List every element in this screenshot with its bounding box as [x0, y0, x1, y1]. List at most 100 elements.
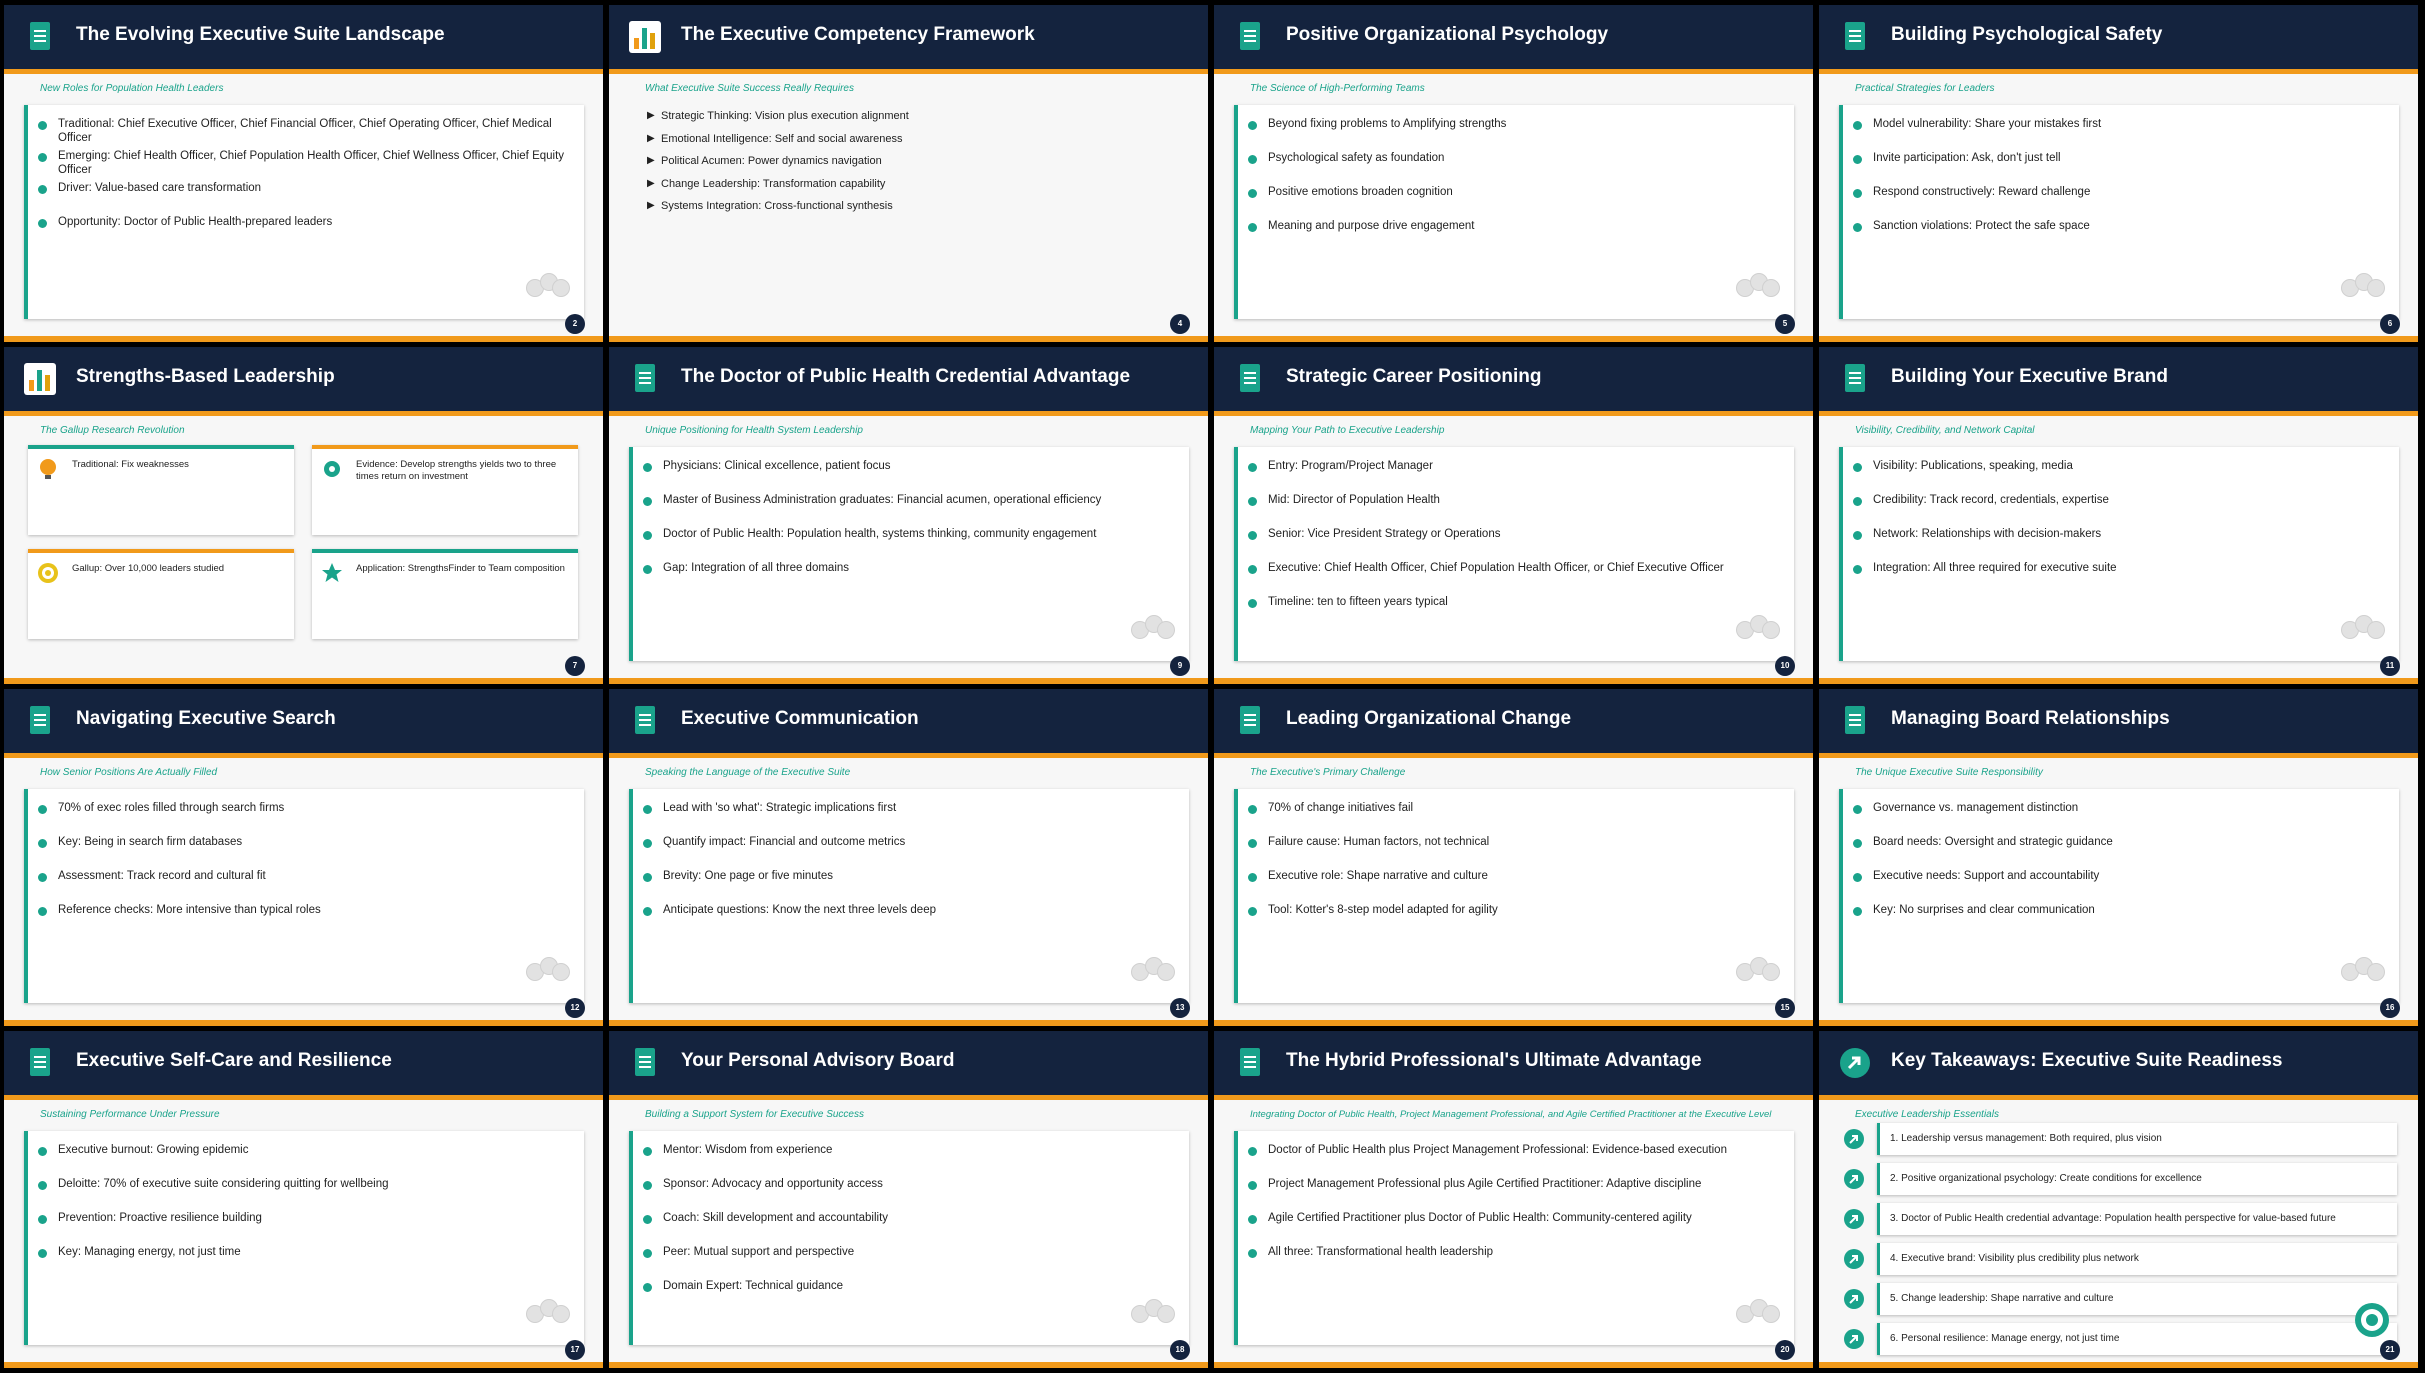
hexagon-decoration-icon — [1736, 615, 1780, 639]
content-card: Model vulnerability: Share your mistakes… — [1839, 105, 2399, 319]
bar-chart-icon — [24, 363, 56, 395]
hexagon-decoration-icon — [1736, 273, 1780, 297]
slide-title: Navigating Executive Search — [76, 708, 336, 729]
slide-thumbnail[interactable]: Building Your Executive Brand Visibility… — [1819, 347, 2418, 684]
slide-thumbnail[interactable]: Managing Board Relationships The Unique … — [1819, 689, 2418, 1026]
slide-subtitle: The Gallup Research Revolution — [40, 425, 185, 436]
bar-chart-icon — [629, 21, 661, 53]
box-text: Traditional: Fix weaknesses — [72, 459, 189, 470]
bullet-item: Driver: Value-based care transformation — [38, 181, 574, 195]
slide-number: 16 — [2380, 998, 2400, 1018]
slide-thumbnail[interactable]: Leading Organizational Change The Execut… — [1214, 689, 1813, 1026]
bullet-item: Senior: Vice President Strategy or Opera… — [1248, 527, 1784, 541]
bullet-item: Political Acumen: Power dynamics navigat… — [647, 154, 909, 168]
slide-thumbnail[interactable]: Building Psychological Safety Practical … — [1819, 5, 2418, 342]
strength-box: Evidence: Develop strengths yields two t… — [312, 445, 578, 535]
slide-title: The Executive Competency Framework — [681, 24, 1035, 45]
content-card: 70% of exec roles filled through search … — [24, 789, 584, 1003]
slide-thumbnail[interactable]: Strengths-Based Leadership The Gallup Re… — [4, 347, 603, 684]
slide-footer-bar — [609, 678, 1208, 684]
target-icon — [2355, 1303, 2389, 1337]
arrow-circle-icon — [1844, 1329, 1864, 1349]
slide-number: 13 — [1170, 998, 1190, 1018]
bullet-item: Timeline: ten to fifteen years typical — [1248, 595, 1784, 609]
slide-subtitle: How Senior Positions Are Actually Filled — [40, 767, 218, 778]
target-icon — [38, 563, 58, 583]
slide-number: 6 — [2380, 314, 2400, 334]
slide-subtitle: Sustaining Performance Under Pressure — [40, 1109, 220, 1120]
slide-thumbnail[interactable]: Strategic Career Positioning Mapping You… — [1214, 347, 1813, 684]
slide-thumbnail[interactable]: The Hybrid Professional's Ultimate Advan… — [1214, 1031, 1813, 1368]
slide-subtitle: Executive Leadership Essentials — [1855, 1109, 1999, 1120]
bullet-item: Executive role: Shape narrative and cult… — [1248, 869, 1784, 883]
box-text: Application: StrengthsFinder to Team com… — [356, 563, 565, 574]
bullet-item: Respond constructively: Reward challenge — [1853, 185, 2389, 199]
slide-title: Executive Self-Care and Resilience — [76, 1050, 392, 1071]
slide-thumbnail[interactable]: Executive Self-Care and Resilience Susta… — [4, 1031, 603, 1368]
slide-header: Executive Self-Care and Resilience — [4, 1031, 603, 1100]
slide-number: 15 — [1775, 998, 1795, 1018]
hexagon-decoration-icon — [1131, 1299, 1175, 1323]
box-text: Evidence: Develop strengths yields two t… — [356, 459, 557, 482]
arrow-circle-icon — [1844, 1209, 1864, 1229]
bullet-item: Credibility: Track record, credentials, … — [1853, 493, 2389, 507]
arrow-circle-icon — [1844, 1289, 1864, 1309]
slide-subtitle: New Roles for Population Health Leaders — [40, 83, 224, 94]
document-icon — [1240, 706, 1260, 734]
takeaway-text: 1. Leadership versus management: Both re… — [1877, 1123, 2397, 1155]
slide-thumbnail[interactable]: The Doctor of Public Health Credential A… — [609, 347, 1208, 684]
slide-footer-bar — [1819, 678, 2418, 684]
content-card: Visibility: Publications, speaking, medi… — [1839, 447, 2399, 661]
slide-thumbnail[interactable]: Navigating Executive Search How Senior P… — [4, 689, 603, 1026]
slide-thumbnail[interactable]: Your Personal Advisory Board Building a … — [609, 1031, 1208, 1368]
takeaway-item: 6. Personal resilience: Manage energy, n… — [1843, 1323, 2403, 1355]
hexagon-decoration-icon — [526, 957, 570, 981]
slide-title: Key Takeaways: Executive Suite Readiness — [1891, 1050, 2283, 1071]
takeaway-text: 2. Positive organizational psychology: C… — [1877, 1163, 2397, 1195]
slide-subtitle: Visibility, Credibility, and Network Cap… — [1855, 425, 2035, 436]
slide-footer-bar — [1819, 1020, 2418, 1026]
content-card: Executive burnout: Growing epidemic Delo… — [24, 1131, 584, 1345]
slide-number: 9 — [1170, 656, 1190, 676]
hexagon-decoration-icon — [1131, 615, 1175, 639]
slide-header: Your Personal Advisory Board — [609, 1031, 1208, 1100]
hexagon-decoration-icon — [2341, 615, 2385, 639]
bullet-item: Key: No surprises and clear communicatio… — [1853, 903, 2389, 917]
takeaway-item: 2. Positive organizational psychology: C… — [1843, 1163, 2403, 1195]
content-card: Doctor of Public Health plus Project Man… — [1234, 1131, 1794, 1345]
slide-thumbnail[interactable]: Executive Communication Speaking the Lan… — [609, 689, 1208, 1026]
document-icon — [635, 364, 655, 392]
slide-number: 4 — [1170, 314, 1190, 334]
slide-number: 20 — [1775, 1340, 1795, 1360]
slide-thumbnail[interactable]: Key Takeaways: Executive Suite Readiness… — [1819, 1031, 2418, 1368]
slide-number: 2 — [565, 314, 585, 334]
bullet-item: 70% of change initiatives fail — [1248, 801, 1784, 815]
takeaway-text: 3. Doctor of Public Health credential ad… — [1877, 1203, 2397, 1235]
slide-subtitle: Mapping Your Path to Executive Leadershi… — [1250, 425, 1445, 436]
content-card: Entry: Program/Project Manager Mid: Dire… — [1234, 447, 1794, 661]
gear-icon — [324, 461, 340, 477]
slide-subtitle: The Unique Executive Suite Responsibilit… — [1855, 767, 2043, 778]
slide-footer-bar — [1214, 1362, 1813, 1368]
slide-footer-bar — [4, 336, 603, 342]
slide-thumbnail[interactable]: The Evolving Executive Suite Landscape N… — [4, 5, 603, 342]
slide-title: Strategic Career Positioning — [1286, 366, 1542, 387]
takeaway-text: 4. Executive brand: Visibility plus cred… — [1877, 1243, 2397, 1275]
bullet-item: Domain Expert: Technical guidance — [643, 1279, 1179, 1293]
slide-thumbnail[interactable]: Positive Organizational Psychology The S… — [1214, 5, 1813, 342]
bullet-item: Agile Certified Practitioner plus Doctor… — [1248, 1211, 1784, 1225]
bullet-item: Reference checks: More intensive than ty… — [38, 903, 574, 917]
slide-footer-bar — [609, 1020, 1208, 1026]
slide-number: 18 — [1170, 1340, 1190, 1360]
bullet-item: Invite participation: Ask, don't just te… — [1853, 151, 2389, 165]
bullet-item: Mentor: Wisdom from experience — [643, 1143, 1179, 1157]
slide-title: Strengths-Based Leadership — [76, 366, 335, 387]
slide-thumbnail[interactable]: The Executive Competency Framework What … — [609, 5, 1208, 342]
bullet-item: Key: Being in search firm databases — [38, 835, 574, 849]
document-icon — [1240, 364, 1260, 392]
slide-header: Executive Communication — [609, 689, 1208, 758]
bullet-item: 70% of exec roles filled through search … — [38, 801, 574, 815]
slide-title: Leading Organizational Change — [1286, 708, 1572, 729]
slide-subtitle: Building a Support System for Executive … — [645, 1109, 864, 1120]
slide-title: Managing Board Relationships — [1891, 708, 2170, 729]
